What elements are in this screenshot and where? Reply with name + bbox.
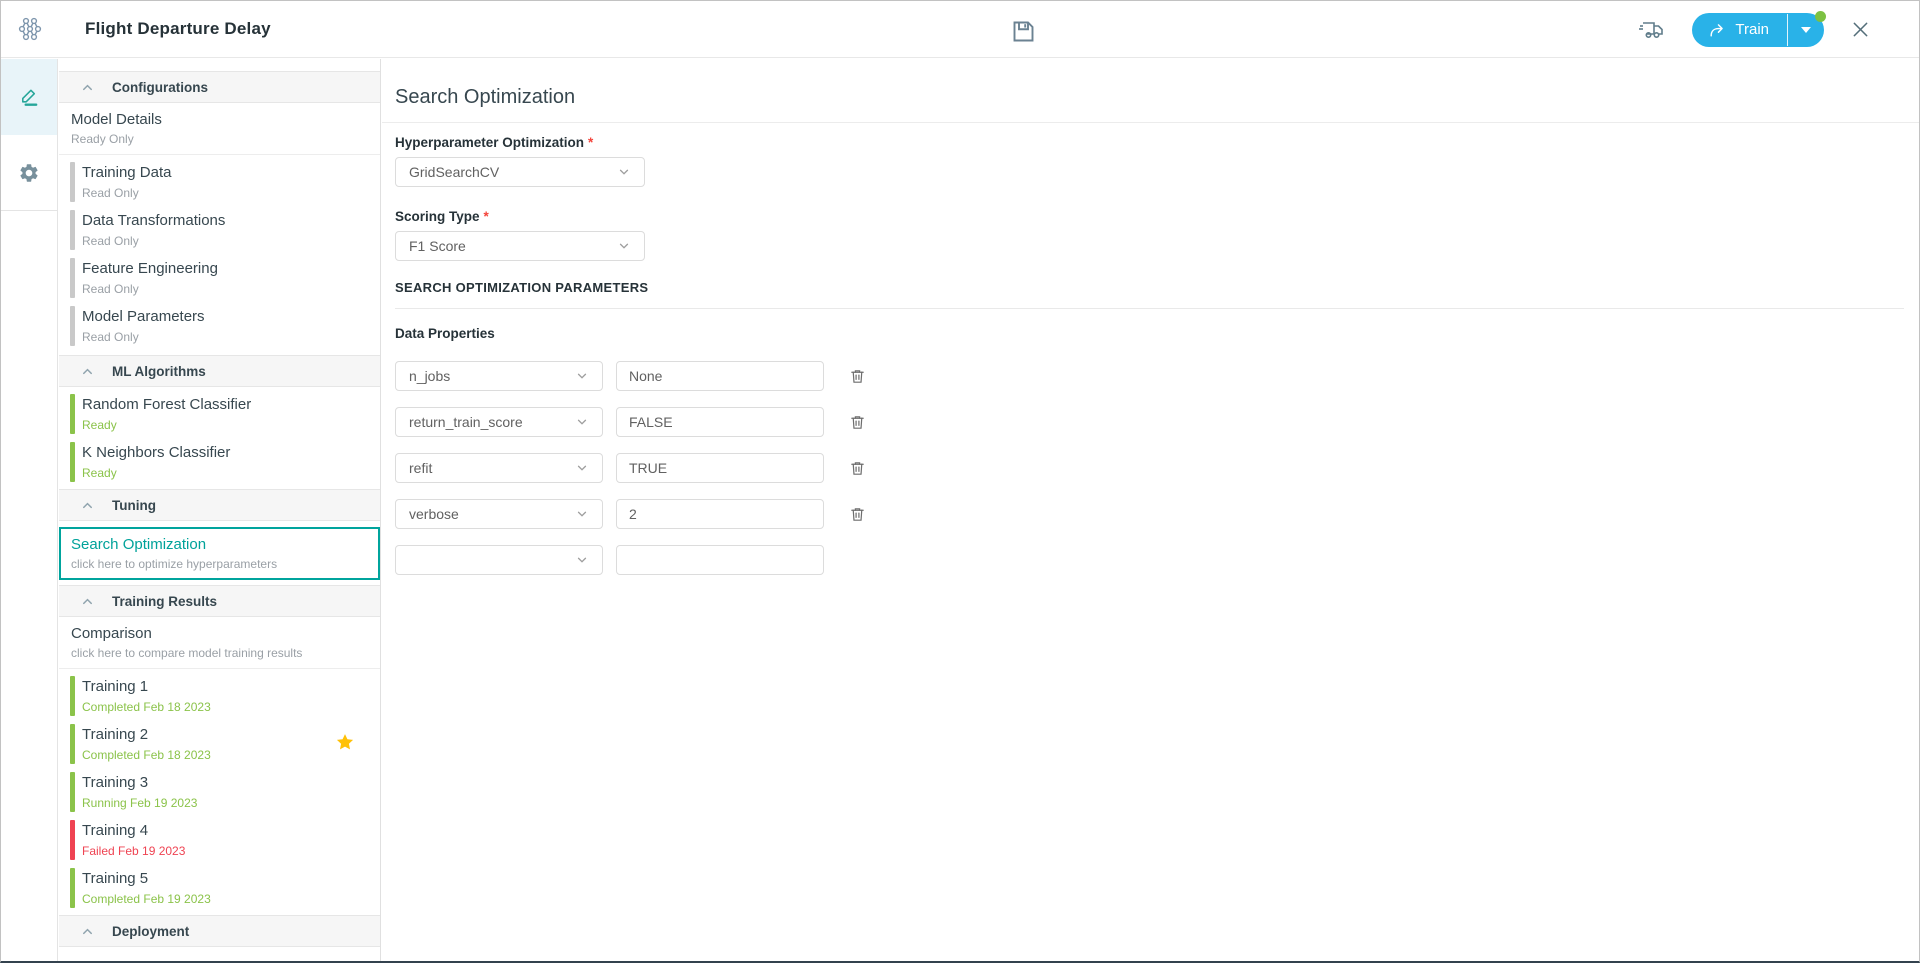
app-logo-network-icon — [1, 16, 59, 42]
chevron-up-icon — [80, 80, 95, 95]
parameter-row: return_train_score — [395, 407, 1904, 437]
sidebar-item-training-1[interactable]: Training 1 Completed Feb 18 2023 — [59, 675, 380, 717]
parameter-row: verbose — [395, 499, 1904, 529]
section-header-deployment[interactable]: Deployment — [59, 915, 380, 947]
chevron-up-icon — [80, 498, 95, 513]
icon-rail — [1, 59, 58, 961]
delete-parameter-trash-icon[interactable] — [847, 457, 867, 479]
parameter-value-input[interactable] — [616, 361, 824, 391]
train-button-label: Train — [1735, 21, 1769, 38]
search-optimization-parameters-heading: SEARCH OPTIMIZATION PARAMETERS — [395, 280, 1904, 295]
search-optimization-form: Hyperparameter Optimization* GridSearchC… — [382, 123, 1919, 575]
parameter-row-empty — [395, 545, 1904, 575]
sidebar-item-model-details[interactable]: Model Details Ready Only — [59, 103, 380, 155]
save-icon[interactable] — [1006, 16, 1040, 46]
required-asterisk: * — [484, 209, 489, 224]
status-bar — [70, 210, 75, 250]
app-header: Flight Departure Delay — [1, 1, 1919, 58]
section-header-tuning[interactable]: Tuning — [59, 489, 380, 521]
section-header-training-results[interactable]: Training Results — [59, 585, 380, 617]
chevron-down-icon — [575, 461, 589, 475]
status-bar — [70, 394, 75, 434]
hyperparameter-optimization-select[interactable]: GridSearchCV — [395, 157, 645, 187]
data-properties-label: Data Properties — [395, 326, 1904, 341]
chevron-up-icon — [80, 924, 95, 939]
sidebar-item-training-3[interactable]: Training 3 Running Feb 19 2023 — [59, 771, 380, 813]
redo-arrow-icon — [1708, 22, 1726, 38]
sidebar-item-training-5[interactable]: Training 5 Completed Feb 19 2023 — [59, 867, 380, 909]
sidebar-item-random-forest-classifier[interactable]: Random Forest Classifier Ready — [59, 393, 380, 435]
rail-item-settings[interactable] — [1, 135, 57, 211]
sidebar-item-comparison[interactable]: Comparison click here to compare model t… — [59, 617, 380, 669]
ready-status-dot — [1815, 11, 1826, 22]
parameter-value-input[interactable] — [616, 499, 824, 529]
sidebar-item-model-parameters[interactable]: Model Parameters Read Only — [59, 305, 380, 347]
section-header-configurations[interactable]: Configurations — [59, 71, 380, 103]
gear-icon — [18, 162, 40, 184]
status-bar — [70, 868, 75, 908]
status-bar — [70, 306, 75, 346]
parameter-name-select[interactable]: refit — [395, 453, 603, 483]
status-bar — [70, 442, 75, 482]
parameter-value-input[interactable] — [616, 453, 824, 483]
delete-parameter-trash-icon[interactable] — [847, 411, 867, 433]
page-title: Flight Departure Delay — [85, 19, 271, 39]
sidebar-item-training-4[interactable]: Training 4 Failed Feb 19 2023 — [59, 819, 380, 861]
section-header-ml-algorithms[interactable]: ML Algorithms — [59, 355, 380, 387]
sidebar-item-training-data[interactable]: Training Data Read Only — [59, 161, 380, 203]
deploy-truck-icon[interactable] — [1638, 18, 1666, 42]
favorite-star-icon[interactable] — [335, 732, 355, 752]
sidebar-item-training-2[interactable]: Training 2 Completed Feb 18 2023 — [59, 723, 380, 765]
scoring-type-select[interactable]: F1 Score — [395, 231, 645, 261]
parameter-value-input[interactable] — [616, 545, 824, 575]
main-title: Search Optimization — [382, 59, 1919, 123]
chevron-down-icon — [575, 415, 589, 429]
train-button[interactable]: Train — [1692, 13, 1787, 47]
parameter-name-select[interactable]: verbose — [395, 499, 603, 529]
parameter-rows: n_jobs return_train_score — [395, 361, 1904, 575]
sidebar-item-feature-engineering[interactable]: Feature Engineering Read Only — [59, 257, 380, 299]
status-bar — [70, 258, 75, 298]
status-bar — [70, 676, 75, 716]
sidebar-item-data-transformations[interactable]: Data Transformations Read Only — [59, 209, 380, 251]
sidebar-item-search-optimization[interactable]: Search Optimization click here to optimi… — [59, 527, 380, 580]
chevron-down-icon — [617, 165, 631, 179]
parameter-row: refit — [395, 453, 1904, 483]
chevron-down-icon — [617, 239, 631, 253]
caret-down-icon — [1801, 27, 1811, 33]
chevron-down-icon — [575, 507, 589, 521]
chevron-down-icon — [575, 369, 589, 383]
chevron-up-icon — [80, 594, 95, 609]
edit-pencil-icon — [18, 86, 41, 109]
divider — [395, 308, 1904, 309]
status-bar — [70, 162, 75, 202]
delete-parameter-trash-icon[interactable] — [847, 365, 867, 387]
parameter-value-input[interactable] — [616, 407, 824, 437]
sidebar-item-k-neighbors-classifier[interactable]: K Neighbors Classifier Ready — [59, 441, 380, 483]
chevron-down-icon — [575, 553, 589, 567]
status-bar — [70, 724, 75, 764]
parameter-name-select[interactable]: return_train_score — [395, 407, 603, 437]
delete-parameter-trash-icon[interactable] — [847, 503, 867, 525]
required-asterisk: * — [588, 135, 593, 150]
main-panel: Search Optimization Hyperparameter Optim… — [382, 59, 1919, 961]
train-split-button: Train — [1692, 13, 1824, 47]
chevron-up-icon — [80, 364, 95, 379]
scoring-type-label: Scoring Type* — [395, 209, 1904, 224]
hyperparameter-optimization-label: Hyperparameter Optimization* — [395, 135, 1904, 150]
status-bar — [70, 820, 75, 860]
parameter-name-select[interactable]: n_jobs — [395, 361, 603, 391]
status-bar — [70, 772, 75, 812]
close-icon[interactable] — [1850, 19, 1871, 40]
rail-item-edit[interactable] — [1, 59, 57, 135]
sidebar: Configurations Model Details Ready Only … — [59, 59, 381, 961]
parameter-name-select[interactable] — [395, 545, 603, 575]
parameter-row: n_jobs — [395, 361, 1904, 391]
